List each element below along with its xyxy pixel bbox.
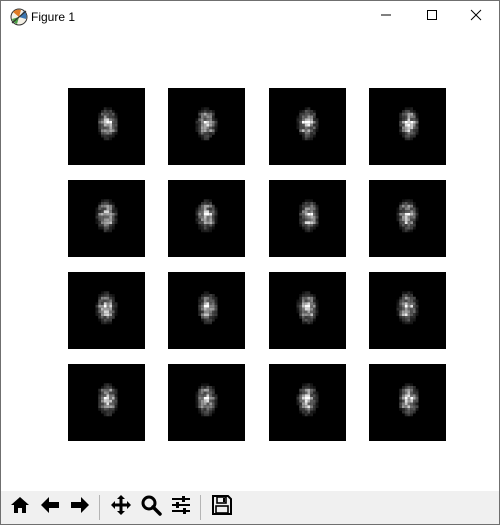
image-tile bbox=[168, 88, 245, 165]
image-tile bbox=[369, 88, 446, 165]
back-button[interactable] bbox=[36, 494, 63, 521]
figure-window: Figure 1 bbox=[0, 0, 500, 525]
sliders-icon bbox=[170, 494, 192, 521]
move-icon bbox=[110, 494, 132, 521]
maximize-button[interactable] bbox=[409, 1, 455, 33]
toolbar-separator bbox=[200, 495, 201, 520]
save-button[interactable] bbox=[208, 494, 235, 521]
image-tile bbox=[269, 364, 346, 441]
matplotlib-icon bbox=[9, 7, 29, 27]
home-icon bbox=[9, 494, 31, 521]
image-tile bbox=[168, 180, 245, 257]
close-button[interactable] bbox=[453, 1, 499, 33]
minimize-icon bbox=[380, 8, 392, 26]
title-bar[interactable]: Figure 1 bbox=[1, 1, 499, 33]
image-tile bbox=[369, 272, 446, 349]
image-tile bbox=[369, 180, 446, 257]
pan-button[interactable] bbox=[107, 494, 134, 521]
image-tile bbox=[269, 88, 346, 165]
zoom-button[interactable] bbox=[137, 494, 164, 521]
close-icon bbox=[470, 8, 482, 26]
navigation-toolbar bbox=[1, 491, 499, 524]
toolbar-separator bbox=[99, 495, 100, 520]
image-tile bbox=[369, 364, 446, 441]
home-button[interactable] bbox=[6, 494, 33, 521]
image-tile bbox=[269, 272, 346, 349]
image-tile bbox=[269, 180, 346, 257]
minimize-button[interactable] bbox=[363, 1, 409, 33]
image-tile bbox=[168, 272, 245, 349]
image-tile bbox=[168, 364, 245, 441]
image-tile bbox=[68, 180, 145, 257]
image-tile bbox=[68, 272, 145, 349]
magnifier-icon bbox=[140, 494, 162, 521]
image-tile bbox=[68, 88, 145, 165]
window-title: Figure 1 bbox=[31, 10, 76, 24]
forward-button[interactable] bbox=[66, 494, 93, 521]
figure-canvas[interactable] bbox=[1, 33, 499, 487]
floppy-icon bbox=[211, 494, 233, 521]
maximize-icon bbox=[426, 8, 438, 26]
subplots-button[interactable] bbox=[167, 494, 194, 521]
image-tile bbox=[68, 364, 145, 441]
arrow-left-icon bbox=[39, 494, 61, 521]
arrow-right-icon bbox=[69, 494, 91, 521]
